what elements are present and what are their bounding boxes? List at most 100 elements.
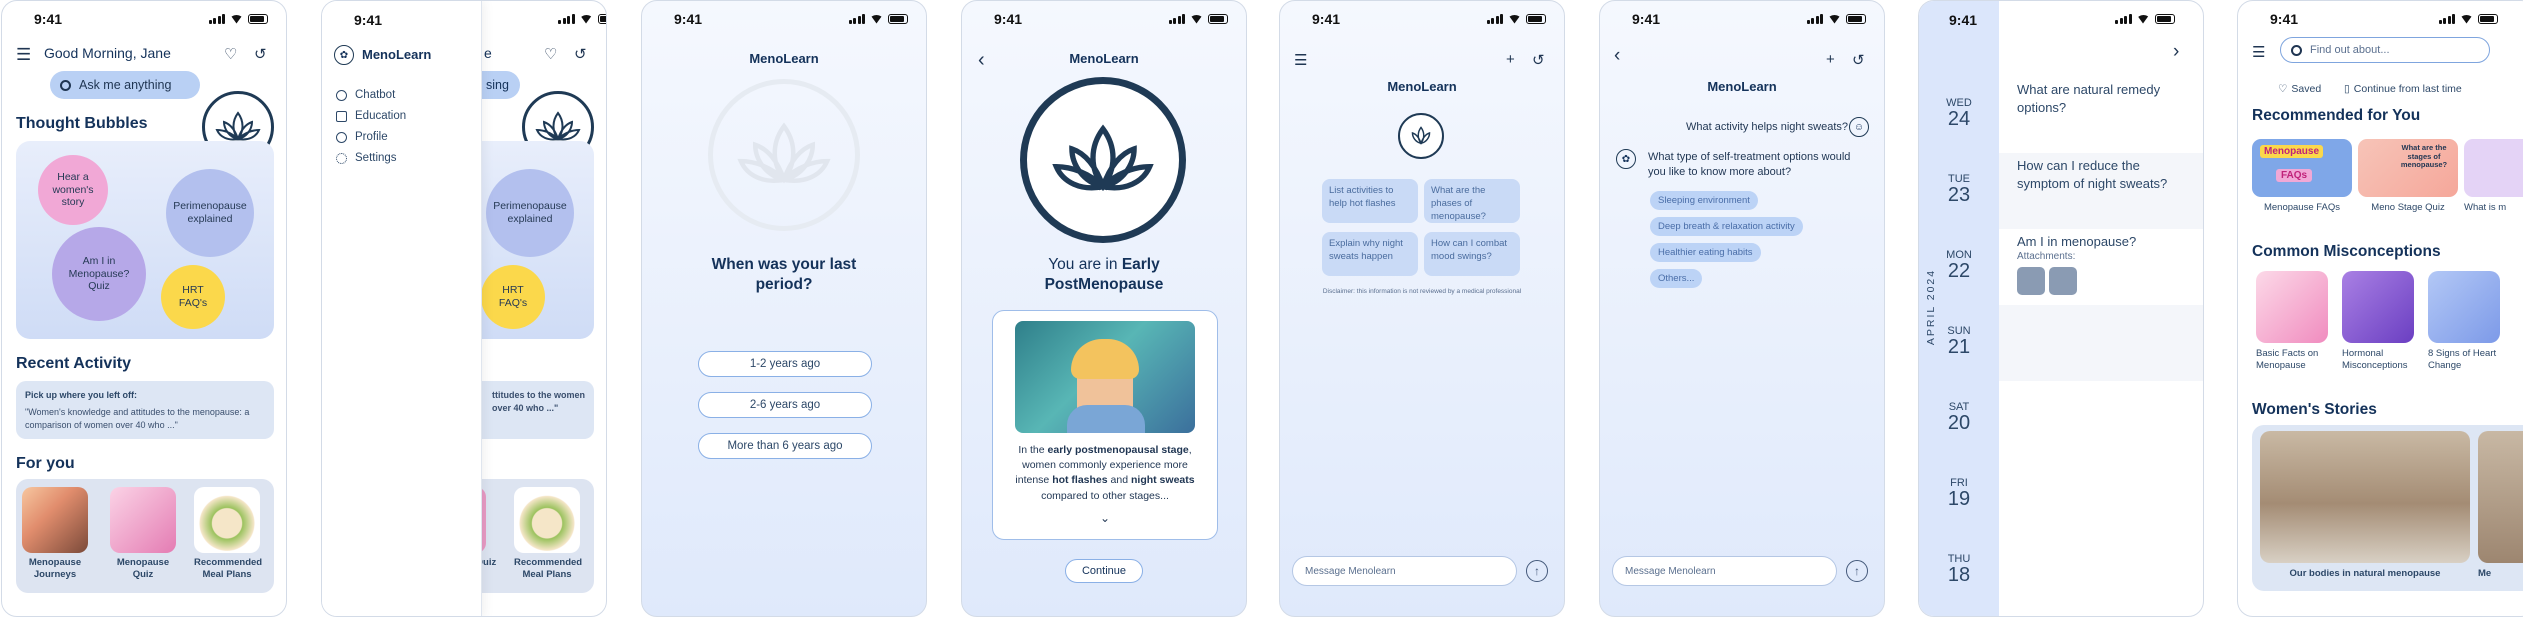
menu-icon[interactable]: ☰ <box>2252 43 2265 61</box>
menu-icon[interactable]: ☰ <box>1294 51 1307 69</box>
ask-button[interactable]: Ask me anything <box>50 71 200 99</box>
search-input[interactable]: Find out about... <box>2280 37 2490 63</box>
day-sat-20[interactable]: SAT 20 <box>1933 401 1985 434</box>
recent-activity-card[interactable]: Pick up where you left off: "Women's kno… <box>16 381 274 439</box>
rec-meno-stage-quiz[interactable]: What are the stages of menopause? Meno S… <box>2358 139 2458 214</box>
day-thu-18[interactable]: THU 18 <box>1933 553 1985 586</box>
suggestion-phases[interactable]: What are the phases of menopause? <box>1424 179 1520 223</box>
history-item-menopause[interactable]: Am I in menopause? <box>2007 233 2203 251</box>
forward-arrow-icon[interactable]: › <box>2173 41 2179 63</box>
app-title: MenoLearn <box>749 51 819 66</box>
option-1-2-years[interactable]: 1-2 years ago <box>698 351 872 377</box>
result-description: In the early postmenopausal stage, women… <box>1015 444 1195 502</box>
message-input[interactable]: Message Menolearn <box>1612 556 1837 586</box>
history-icon[interactable]: ↺ <box>254 45 267 63</box>
recent-text: "Women's knowledge and attitudes to the … <box>25 407 250 431</box>
screen-education: 9:41 ☰ Find out about... ♡ Saved ▯ Continu… <box>2237 0 2523 617</box>
side-menu: 9:41 ✿ MenoLearn Chatbot Education Profi… <box>322 1 482 616</box>
bot-avatar-icon: ✿ <box>1616 149 1636 169</box>
status-icons <box>2115 14 2175 24</box>
lotus-logo-icon <box>1020 77 1186 243</box>
saved-link[interactable]: ♡ Saved <box>2278 83 2321 95</box>
recent-pick-label: Pick up where you left off: <box>25 390 138 400</box>
menu-icon[interactable]: ☰ <box>16 45 31 65</box>
document-icon: ▯ <box>2344 83 2350 95</box>
screen-history: 9:41 APRIL 2024 WED 24 TUE 23 MON 22 SUN 21 … <box>1918 0 2204 617</box>
menu-item-chatbot[interactable]: Chatbot <box>336 89 395 101</box>
journeys-image <box>22 487 88 553</box>
bubble-womens-story[interactable]: Hear a women's story <box>38 155 108 225</box>
send-arrow-icon[interactable]: ↑ <box>1526 560 1548 582</box>
back-arrow-icon[interactable]: ‹ <box>1614 45 1620 67</box>
search-icon <box>60 79 71 91</box>
day-tue-23[interactable]: TUE 23 <box>1933 173 1985 206</box>
heart-icon[interactable]: ♡ <box>544 45 557 63</box>
menu-item-profile[interactable]: Profile <box>336 131 388 143</box>
attachment-thumb-1[interactable] <box>2017 267 2045 295</box>
heart-icon[interactable]: ♡ <box>224 45 237 63</box>
menu-item-settings[interactable]: Settings <box>336 152 397 164</box>
message-input[interactable]: Message Menolearn <box>1292 556 1517 586</box>
status-bar: 9:41 <box>2 1 286 37</box>
continue-last-link[interactable]: ▯ Continue from last time <box>2344 83 2462 95</box>
plus-icon[interactable]: + <box>1826 51 1835 68</box>
day-wed-24[interactable]: WED 24 <box>1933 97 1985 130</box>
history-icon[interactable]: ↺ <box>1532 51 1545 69</box>
rec-what-is-m[interactable]: What is m <box>2464 139 2523 214</box>
for-you-quiz[interactable]: Menopause Quiz <box>110 487 176 582</box>
story-partial[interactable]: Me <box>2478 431 2523 580</box>
day-fri-19[interactable]: FRI 19 <box>1933 477 1985 510</box>
recent-activity-title: Recent Activity <box>16 355 131 372</box>
option-6-plus-years[interactable]: More than 6 years ago <box>698 433 872 459</box>
pill-healthier-eating[interactable]: Healthier eating habits <box>1650 243 1761 262</box>
status-bar: 9:41 <box>2238 1 2523 37</box>
story-natural-menopause[interactable]: Our bodies in natural menopause <box>2260 431 2470 580</box>
suggestion-hot-flashes[interactable]: List activities to help hot flashes <box>1322 179 1418 223</box>
day-sun-21[interactable]: SUN 21 <box>1933 325 1985 358</box>
pill-others[interactable]: Others... <box>1650 269 1703 288</box>
mis-basic-facts[interactable]: Basic Facts on Menopause <box>2256 271 2332 373</box>
bubble-hrt-faq[interactable]: HRT FAQ's <box>161 265 225 329</box>
history-icon[interactable]: ↺ <box>574 45 587 63</box>
expand-chevron-icon[interactable]: ⌄ <box>993 511 1217 525</box>
suggestion-night-sweats[interactable]: Explain why night sweats happen <box>1322 232 1418 276</box>
history-icon[interactable]: ↺ <box>1852 51 1865 69</box>
history-item-remedies[interactable]: What are natural remedy options? <box>2007 81 2203 116</box>
pill-deep-breath[interactable]: Deep breath & relaxation activity <box>1650 217 1803 236</box>
search-icon <box>2291 44 2302 56</box>
for-you-journeys[interactable]: Menopause Journeys <box>22 487 88 582</box>
bubble-perimenopause[interactable]: Perimenopause explained <box>166 169 254 257</box>
suggestion-mood-swings[interactable]: How can I combat mood swings? <box>1424 232 1520 276</box>
rec-menopause-faqs[interactable]: Menopause FAQs Menopause FAQs <box>2252 139 2352 214</box>
bubble-perimenopause[interactable]: Perimenopause explained <box>486 169 574 257</box>
screen-chatbot: 9:41 ☰ + ↺ MenoLearn List activities to … <box>1279 0 1565 617</box>
greeting: Good Morning, Jane <box>44 45 171 61</box>
question-text: When was your last period? <box>711 256 857 294</box>
stage-illustration <box>1015 321 1195 433</box>
screen-chat-conversation: 9:41 ‹ + ↺ MenoLearn What activity helps… <box>1599 0 1885 617</box>
ask-label: Ask me anything <box>79 78 172 92</box>
continue-button[interactable]: Continue <box>1065 559 1143 583</box>
screen-side-menu: 9:41 e ♡ ↺ sing Perimenopause explained … <box>321 0 607 617</box>
for-you-meal-plans[interactable]: Recommended Meal Plans <box>514 487 582 582</box>
pill-sleeping-environment[interactable]: Sleeping environment <box>1650 191 1758 210</box>
menu-item-education[interactable]: Education <box>336 110 406 122</box>
day-mon-22[interactable]: MON 22 <box>1933 249 1985 282</box>
mis-hormonal[interactable]: Hormonal Misconceptions <box>2342 271 2418 373</box>
plus-icon[interactable]: + <box>1506 51 1515 68</box>
screen-stage-result: 9:41 ‹ MenoLearn You are in Early PostMe… <box>961 0 1247 617</box>
app-title: MenoLearn <box>1387 79 1457 94</box>
status-time: 9:41 <box>1949 12 1978 28</box>
send-arrow-icon[interactable]: ↑ <box>1846 560 1868 582</box>
attachment-thumb-2[interactable] <box>2049 267 2077 295</box>
history-item-night-sweats[interactable]: How can I reduce the symptom of night sw… <box>2007 157 2203 192</box>
bubble-hrt-faq[interactable]: HRT FAQ's <box>481 265 545 329</box>
menu-app-name: MenoLearn <box>362 47 432 62</box>
bubbles-panel: Hear a women's story Perimenopause expla… <box>16 141 274 339</box>
mis-heart-change[interactable]: 8 Signs of Heart Change <box>2428 271 2504 373</box>
womens-stories-title: Women's Stories <box>2252 401 2377 418</box>
for-you-meal-plans[interactable]: Recommended Meal Plans <box>194 487 262 582</box>
result-heading: You are in Early PostMenopause <box>1044 256 1164 294</box>
bubble-quiz[interactable]: Am I in Menopause? Quiz <box>52 227 146 321</box>
option-2-6-years[interactable]: 2-6 years ago <box>698 392 872 418</box>
